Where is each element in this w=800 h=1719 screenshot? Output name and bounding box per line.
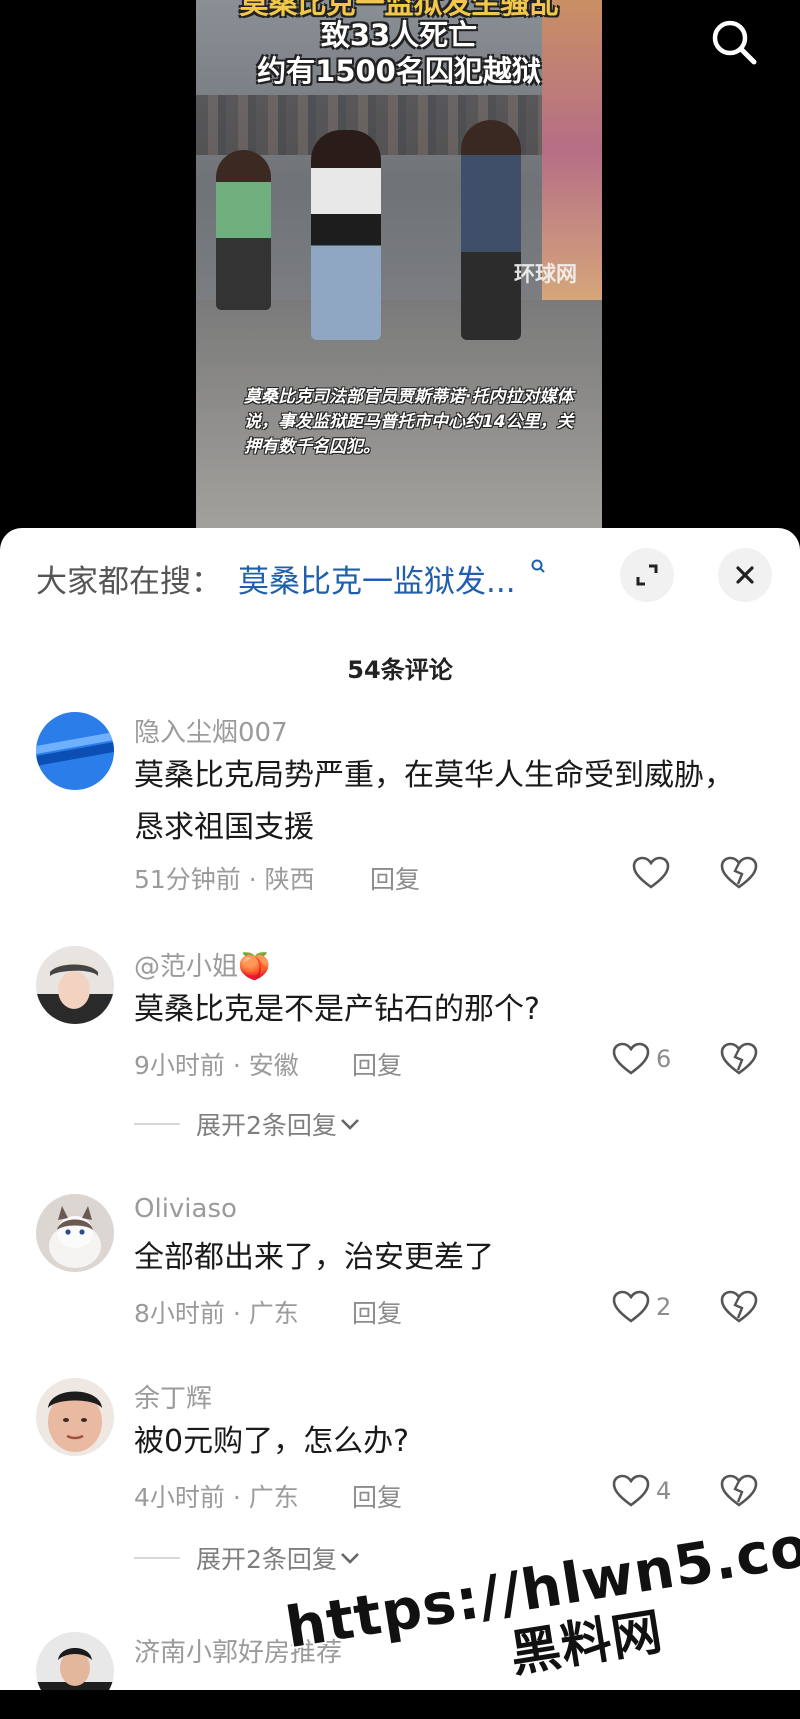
like-count: 6 xyxy=(656,1045,672,1073)
comment-text: 被0元购了，怎么办? xyxy=(134,1424,410,1459)
video-player[interactable]: 莫桑比克一监狱发生骚乱 致33人死亡 约有1500名囚犯越狱 环球网 莫桑比克司… xyxy=(0,0,800,540)
comment-item: Oliviaso 全部都出来了，治安更差了 8小时前 · 广东 回复 2 xyxy=(0,1194,800,1364)
reply-button[interactable]: 回复 xyxy=(370,860,420,896)
heart-icon xyxy=(612,1474,650,1507)
video-frame: 莫桑比克一监狱发生骚乱 致33人死亡 约有1500名囚犯越狱 环球网 莫桑比克司… xyxy=(196,0,602,530)
avatar[interactable] xyxy=(36,1632,114,1690)
comment-username[interactable]: 隐入尘烟007 xyxy=(134,712,288,749)
source-watermark: 环球网 xyxy=(514,262,577,286)
comment-meta: 8小时前 · 广东 xyxy=(134,1299,299,1328)
avatar[interactable] xyxy=(36,1194,114,1272)
comments-sheet: 大家都在搜： 莫桑比克一监狱发... 54条评论 隐入尘烟007 莫桑比克局势严… xyxy=(0,528,800,1690)
close-icon xyxy=(736,566,754,584)
video-title-line1: 致33人死亡 xyxy=(320,18,478,52)
search-suggestion-bar: 大家都在搜： 莫桑比克一监狱发... xyxy=(0,528,800,618)
avatar[interactable] xyxy=(36,1378,114,1456)
broken-heart-icon xyxy=(720,1290,758,1323)
expand-replies-label: 展开2条回复 xyxy=(196,1111,337,1140)
broken-heart-icon xyxy=(720,856,758,889)
comment-username[interactable]: Oliviaso xyxy=(134,1194,237,1224)
like-button[interactable]: 2 xyxy=(612,1290,671,1324)
comment-text: 莫桑比克是不是产钻石的那个? xyxy=(134,992,540,1027)
divider xyxy=(134,1557,180,1559)
like-button[interactable]: 4 xyxy=(612,1474,671,1508)
comment-meta: 9小时前 · 安徽 xyxy=(134,1051,299,1080)
comment-meta: 51分钟前 · 陕西 xyxy=(134,865,315,894)
comment-username[interactable]: 余丁辉 xyxy=(134,1378,212,1415)
hot-search-label: 大家都在搜： xyxy=(36,564,222,600)
dislike-button[interactable] xyxy=(720,1042,758,1080)
comment-item: @范小姐🍑 莫桑比克是不是产钻石的那个? 9小时前 · 安徽 回复 6 展开2条… xyxy=(0,946,800,1146)
reply-button[interactable]: 回复 xyxy=(352,1294,402,1330)
like-count: 2 xyxy=(656,1293,672,1321)
reply-button[interactable]: 回复 xyxy=(352,1046,402,1082)
comment-username[interactable]: @范小姐🍑 xyxy=(134,946,270,983)
dislike-button[interactable] xyxy=(720,856,758,894)
dislike-button[interactable] xyxy=(720,1474,758,1512)
heart-icon xyxy=(612,1290,650,1323)
like-button[interactable] xyxy=(632,856,676,890)
person-figure xyxy=(311,130,381,340)
expand-replies-button[interactable]: 展开2条回复 xyxy=(134,1540,363,1576)
chevron-down-icon xyxy=(340,1553,359,1564)
expand-button[interactable] xyxy=(620,548,674,602)
reply-button[interactable]: 回复 xyxy=(352,1478,402,1514)
search-icon xyxy=(712,20,757,65)
search-button[interactable] xyxy=(708,16,760,68)
person-figure xyxy=(461,120,521,340)
comment-item: 隐入尘烟007 莫桑比克局势严重，在莫华人生命受到威胁，恳求祖国支援 51分钟前… xyxy=(0,712,800,942)
broken-heart-icon xyxy=(720,1474,758,1507)
comment-count: 54条评论 xyxy=(347,656,453,684)
like-count: 4 xyxy=(656,1477,672,1505)
avatar[interactable] xyxy=(36,712,114,790)
video-title-line2: 约有1500名囚犯越狱 xyxy=(257,54,541,88)
broken-heart-icon xyxy=(720,1042,758,1075)
video-caption: 莫桑比克司法部官员贾斯蒂诺·托内拉对媒体说，事发监狱距马普托市中心约14公里，关… xyxy=(244,387,574,457)
comment-meta: 4小时前 · 广东 xyxy=(134,1483,299,1512)
expand-replies-button[interactable]: 展开2条回复 xyxy=(134,1106,363,1142)
video-title-partial: 莫桑比克一监狱发生骚乱 xyxy=(239,0,559,20)
comment-text: 全部都出来了，治安更差了 xyxy=(134,1240,494,1275)
chevron-down-icon xyxy=(340,1119,359,1130)
divider xyxy=(134,1123,180,1125)
heart-icon xyxy=(612,1042,650,1075)
expand-icon xyxy=(636,564,658,586)
like-button[interactable]: 6 xyxy=(612,1042,671,1076)
expand-replies-label: 展开2条回复 xyxy=(196,1545,337,1574)
heart-icon xyxy=(632,856,670,889)
close-button[interactable] xyxy=(718,548,772,602)
avatar[interactable] xyxy=(36,946,114,1024)
hot-search-link[interactable]: 莫桑比克一监狱发... xyxy=(238,556,516,601)
comment-text: 莫桑比克局势严重，在莫华人生命受到威胁，恳求祖国支援 xyxy=(134,758,734,845)
dislike-button[interactable] xyxy=(720,1290,758,1328)
person-figure xyxy=(216,150,271,310)
search-icon xyxy=(531,559,545,573)
